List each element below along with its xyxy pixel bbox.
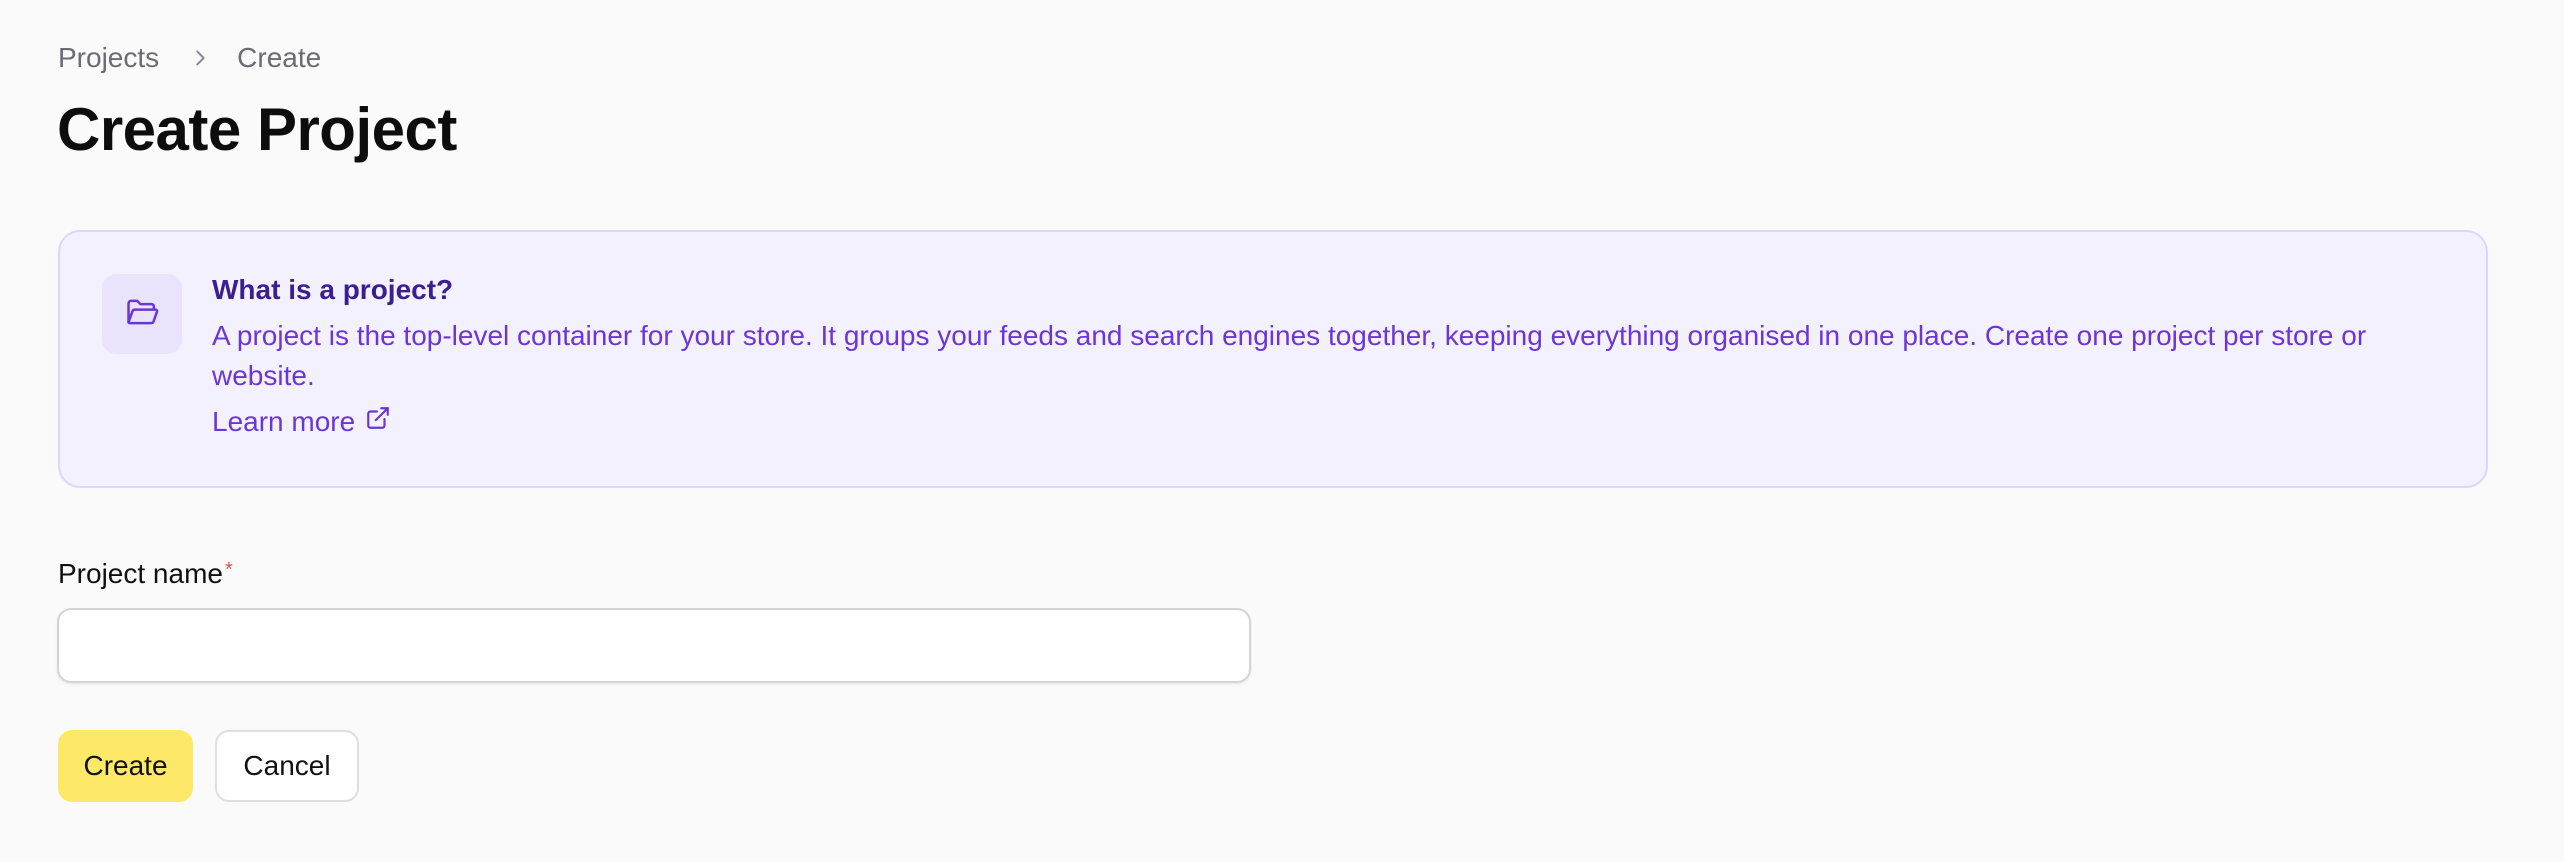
callout-icon-container bbox=[102, 274, 182, 354]
breadcrumb-current: Create bbox=[237, 42, 322, 73]
learn-more-link[interactable]: Learn more bbox=[212, 402, 391, 442]
callout-title: What is a project? bbox=[212, 274, 454, 305]
external-link-icon bbox=[355, 402, 391, 442]
learn-more-label: Learn more bbox=[212, 406, 356, 437]
info-callout: What is a project? A project is the top-… bbox=[58, 230, 2488, 488]
callout-body: What is a project? A project is the top-… bbox=[212, 272, 2436, 442]
folder-open-icon bbox=[123, 293, 161, 336]
cancel-button[interactable]: Cancel bbox=[215, 730, 359, 802]
project-name-label-text: Project name bbox=[58, 558, 223, 589]
callout-description: A project is the top-level container for… bbox=[212, 320, 2367, 391]
breadcrumb-projects-link[interactable]: Projects bbox=[58, 42, 159, 74]
chevron-right-icon bbox=[185, 43, 215, 73]
project-name-input[interactable] bbox=[57, 608, 1251, 683]
project-name-label: Project name * bbox=[58, 556, 233, 592]
breadcrumb: Projects Create bbox=[58, 40, 321, 76]
create-project-page: Projects Create Create Project What is a… bbox=[0, 0, 2564, 862]
page-title: Create Project bbox=[57, 96, 457, 163]
required-indicator: * bbox=[224, 559, 233, 581]
create-button[interactable]: Create bbox=[58, 730, 193, 802]
